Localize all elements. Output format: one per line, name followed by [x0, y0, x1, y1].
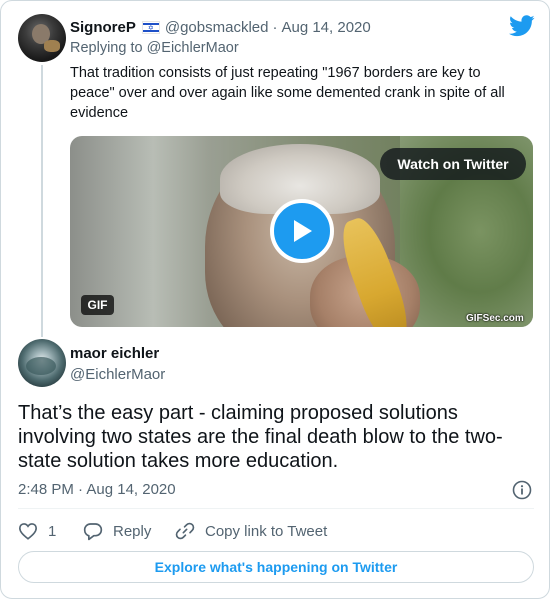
- israel-flag-icon: ✡: [141, 20, 160, 34]
- gif-watermark: GIFSec.com: [466, 313, 524, 324]
- divider: [18, 508, 534, 509]
- copy-link-button[interactable]: Copy link to Tweet: [175, 519, 327, 543]
- like-button[interactable]: 1: [18, 519, 56, 543]
- parent-tweet-header: SignoreP ✡ @gobsmackled · Aug 14, 2020: [70, 17, 371, 37]
- like-count: 1: [48, 522, 57, 540]
- info-icon[interactable]: [512, 480, 532, 500]
- play-button[interactable]: [270, 199, 334, 263]
- twitter-bird-icon[interactable]: [509, 15, 535, 37]
- author-display-name[interactable]: maor eichler: [70, 345, 159, 362]
- parent-display-name[interactable]: SignoreP: [70, 19, 136, 36]
- reply-button[interactable]: Reply: [83, 519, 151, 543]
- tweet-text: That’s the easy part - claiming proposed…: [18, 402, 503, 472]
- author-handle[interactable]: @EichlerMaor: [70, 366, 165, 383]
- reply-label: Reply: [113, 522, 152, 540]
- parent-date[interactable]: Aug 14, 2020: [281, 19, 370, 36]
- watch-on-twitter-button[interactable]: Watch on Twitter: [380, 148, 526, 180]
- tweet-timestamp[interactable]: 2:48 PM · Aug 14, 2020: [18, 481, 176, 498]
- parent-avatar[interactable]: [18, 14, 66, 62]
- thread-connector: [41, 65, 43, 337]
- parent-handle[interactable]: @gobsmackled: [165, 19, 269, 36]
- copy-link-label: Copy link to Tweet: [205, 522, 328, 540]
- gif-badge: GIF: [81, 295, 114, 315]
- explore-button[interactable]: Explore what's happening on Twitter: [18, 551, 534, 583]
- heart-icon: [18, 523, 38, 540]
- separator-dot: ·: [272, 18, 278, 36]
- author-avatar[interactable]: [18, 339, 66, 387]
- tweet-embed-card: SignoreP ✡ @gobsmackled · Aug 14, 2020 R…: [0, 0, 550, 599]
- reply-icon: [83, 522, 103, 540]
- replying-to[interactable]: Replying to @EichlerMaor: [70, 40, 239, 56]
- play-icon: [294, 220, 312, 242]
- link-icon: [175, 522, 195, 540]
- parent-tweet-text: That tradition consists of just repeatin…: [70, 65, 505, 121]
